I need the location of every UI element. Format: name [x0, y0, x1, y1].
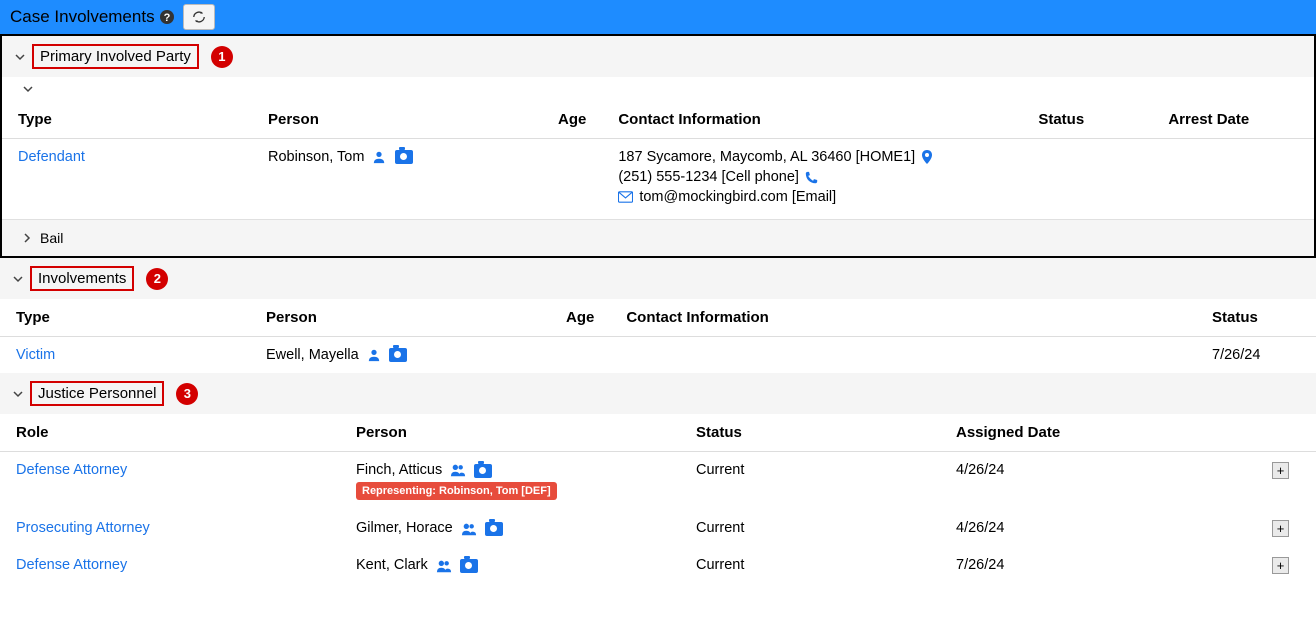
status-cell: Current — [680, 510, 940, 547]
person-cell: Robinson, Tom — [252, 139, 542, 220]
justice-personnel-section: Justice Personnel 3 Role Person Status A… — [0, 373, 1316, 584]
status-cell: 7/26/24 — [1196, 337, 1316, 374]
assigned-cell: 4/26/24 — [940, 452, 1256, 511]
refresh-button[interactable] — [183, 4, 215, 30]
camera-icon[interactable] — [395, 149, 413, 165]
col-assigned: Assigned Date — [940, 414, 1256, 452]
person-name: Kent, Clark — [356, 557, 428, 573]
chevron-down-icon[interactable] — [2, 77, 1314, 101]
role-link[interactable]: Prosecuting Attorney — [16, 520, 150, 536]
type-link[interactable]: Defendant — [18, 149, 85, 165]
contact-cell: 187 Sycamore, Maycomb, AL 36460 [HOME1] … — [602, 139, 1022, 220]
primary-section-title: Primary Involved Party — [32, 44, 199, 69]
involvements-title: Involvements — [30, 266, 134, 291]
col-person: Person — [252, 101, 542, 139]
person-cell: Ewell, Mayella — [250, 337, 550, 374]
annotation-marker-3: 3 — [176, 383, 198, 405]
representing-badge: Representing: Robinson, Tom [DEF] — [356, 482, 557, 500]
add-button[interactable]: + — [1272, 462, 1289, 479]
col-role: Role — [0, 414, 340, 452]
type-link[interactable]: Victim — [16, 347, 55, 363]
map-pin-icon[interactable] — [921, 150, 933, 164]
page-title: Case Involvements — [10, 7, 155, 27]
table-header-row: Role Person Status Assigned Date — [0, 414, 1316, 452]
col-type: Type — [0, 299, 250, 337]
status-cell — [1022, 139, 1152, 220]
add-button[interactable]: + — [1272, 557, 1289, 574]
role-link[interactable]: Defense Attorney — [16, 462, 127, 478]
justice-title: Justice Personnel — [30, 381, 164, 406]
col-arrest-date: Arrest Date — [1152, 101, 1314, 139]
col-status: Status — [1196, 299, 1316, 337]
case-involvements-header: Case Involvements ? — [0, 0, 1316, 34]
people-icon[interactable] — [461, 522, 477, 536]
col-type: Type — [2, 101, 252, 139]
chevron-down-icon[interactable] — [14, 51, 26, 63]
annotation-marker-1: 1 — [211, 46, 233, 68]
address-text: 187 Sycamore, Maycomb, AL 36460 [HOME1] — [618, 149, 915, 165]
bail-label: Bail — [40, 230, 63, 246]
col-age: Age — [550, 299, 610, 337]
camera-icon[interactable] — [485, 521, 503, 537]
person-name: Finch, Atticus — [356, 462, 442, 478]
col-action — [1256, 414, 1316, 452]
email-icon[interactable] — [618, 191, 633, 203]
col-person: Person — [250, 299, 550, 337]
person-cell: Gilmer, Horace — [340, 510, 680, 547]
table-row: Defendant Robinson, Tom 187 Sycamore, Ma… — [2, 139, 1314, 220]
person-cell: Finch, Atticus Representing: Robinson, T… — [340, 452, 680, 511]
help-icon[interactable]: ? — [159, 9, 175, 25]
person-cell: Kent, Clark — [340, 547, 680, 584]
bail-section-toggle[interactable]: Bail — [2, 219, 1314, 256]
table-row: Prosecuting Attorney Gilmer, Horace Curr… — [0, 510, 1316, 547]
col-contact: Contact Information — [610, 299, 1196, 337]
camera-icon[interactable] — [474, 462, 492, 478]
email-text: tom@mockingbird.com [Email] — [639, 189, 836, 205]
people-icon[interactable] — [436, 559, 452, 573]
assigned-cell: 4/26/24 — [940, 510, 1256, 547]
col-age: Age — [542, 101, 602, 139]
chevron-down-icon[interactable] — [12, 388, 24, 400]
primary-involved-party-section: Primary Involved Party 1 Type Person Age… — [0, 34, 1316, 258]
table-row: Defense Attorney Finch, Atticus Represen… — [0, 452, 1316, 511]
person-icon[interactable] — [372, 150, 386, 164]
col-contact: Contact Information — [602, 101, 1022, 139]
involvements-section: Involvements 2 Type Person Age Contact I… — [0, 258, 1316, 373]
involvements-header: Involvements 2 — [0, 258, 1316, 299]
people-icon[interactable] — [450, 463, 466, 477]
svg-text:?: ? — [163, 12, 170, 24]
person-name: Ewell, Mayella — [266, 347, 359, 363]
person-name: Gilmer, Horace — [356, 520, 453, 536]
justice-table: Role Person Status Assigned Date Defense… — [0, 414, 1316, 584]
age-cell — [550, 337, 610, 374]
justice-header: Justice Personnel 3 — [0, 373, 1316, 414]
add-button[interactable]: + — [1272, 520, 1289, 537]
camera-icon[interactable] — [460, 558, 478, 574]
person-name: Robinson, Tom — [268, 149, 364, 165]
status-cell: Current — [680, 452, 940, 511]
primary-party-table: Type Person Age Contact Information Stat… — [2, 101, 1314, 219]
table-header-row: Type Person Age Contact Information Stat… — [2, 101, 1314, 139]
assigned-cell: 7/26/24 — [940, 547, 1256, 584]
annotation-marker-2: 2 — [146, 268, 168, 290]
camera-icon[interactable] — [389, 347, 407, 363]
status-cell: Current — [680, 547, 940, 584]
phone-text: (251) 555-1234 [Cell phone] — [618, 169, 799, 185]
primary-section-header: Primary Involved Party 1 — [2, 36, 1314, 77]
involvements-table: Type Person Age Contact Information Stat… — [0, 299, 1316, 373]
role-link[interactable]: Defense Attorney — [16, 557, 127, 573]
table-header-row: Type Person Age Contact Information Stat… — [0, 299, 1316, 337]
table-row: Defense Attorney Kent, Clark Current 7/2… — [0, 547, 1316, 584]
chevron-right-icon — [22, 232, 32, 244]
chevron-down-icon[interactable] — [12, 273, 24, 285]
col-person: Person — [340, 414, 680, 452]
col-status: Status — [1022, 101, 1152, 139]
table-row: Victim Ewell, Mayella 7/26/24 — [0, 337, 1316, 374]
person-icon[interactable] — [367, 348, 381, 362]
arrest-date-cell — [1152, 139, 1314, 220]
col-status: Status — [680, 414, 940, 452]
phone-icon[interactable] — [805, 171, 818, 184]
age-cell — [542, 139, 602, 220]
contact-cell — [610, 337, 1196, 374]
